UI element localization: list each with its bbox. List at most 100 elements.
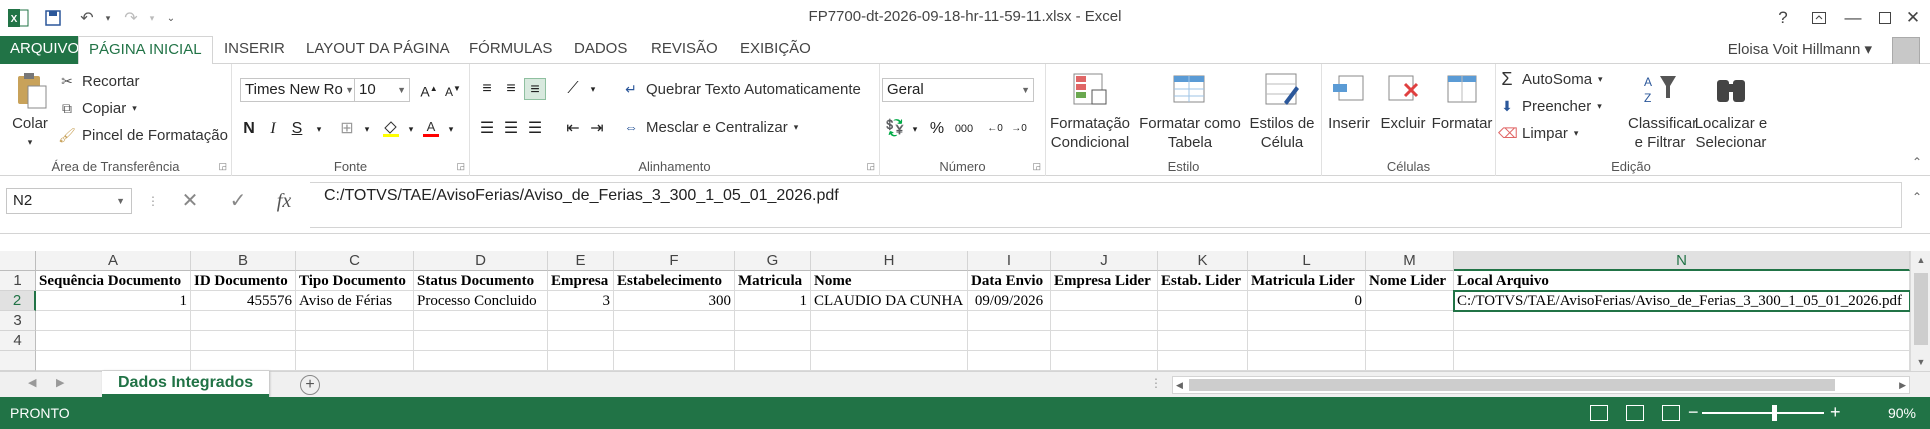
normal-view-icon[interactable] [1590,405,1608,421]
cell-c2[interactable]: Aviso de Férias [296,291,414,311]
empty-cell[interactable] [735,311,811,331]
scroll-right-icon[interactable]: ▶ [1899,377,1906,393]
scroll-down-icon[interactable]: ▼ [1911,353,1930,371]
alignment-launcher-icon[interactable]: ◲ [866,161,875,172]
font-name-select[interactable]: Times New Ro ▼ [240,78,358,102]
number-format-select[interactable]: Geral ▼ [882,78,1034,102]
decrease-indent-icon[interactable]: ⇤ [562,118,584,140]
empty-cell[interactable] [36,311,191,331]
borders-icon[interactable]: ⊞ [336,118,358,140]
align-top-icon[interactable]: ≡ [476,78,498,100]
cell-i1[interactable]: Data Envio [968,271,1051,291]
empty-cell[interactable] [191,351,296,371]
column-header-k[interactable]: K [1158,251,1248,271]
empty-cell[interactable] [1051,351,1158,371]
column-header-i[interactable]: I [968,251,1051,271]
fill-color-icon[interactable] [380,118,402,140]
sort-filter-button[interactable]: AZ Classificar e Filtrar [1628,70,1697,152]
cell-b1[interactable]: ID Documento [191,271,296,291]
increase-decimal-icon[interactable]: ←0 [984,118,1006,140]
empty-cell[interactable] [1248,351,1366,371]
align-bottom-icon[interactable]: ≡ [524,78,546,100]
cell-l1[interactable]: Matricula Lider [1248,271,1366,291]
increase-indent-icon[interactable]: ⇥ [586,118,608,140]
font-color-icon[interactable]: A [420,118,442,140]
align-middle-icon[interactable]: ≡ [500,78,522,100]
delete-cells-button[interactable]: Excluir [1378,70,1428,133]
cell-d1[interactable]: Status Documento [414,271,548,291]
empty-cell[interactable] [1051,331,1158,351]
zoom-level[interactable]: 90% [1888,405,1916,421]
empty-cell[interactable] [296,311,414,331]
column-header-b[interactable]: B [191,251,296,271]
empty-cell[interactable] [811,311,968,331]
tab-file[interactable]: ARQUIVO [0,36,90,64]
cell-n1[interactable]: Local Arquivo [1454,271,1910,291]
empty-cell[interactable] [811,351,968,371]
row-header-5[interactable] [0,351,36,371]
column-header-a[interactable]: A [36,251,191,271]
tab-page-layout[interactable]: LAYOUT DA PÁGINA [296,36,460,64]
enter-icon[interactable]: ✓ [218,188,258,214]
fill-color-dropdown-icon[interactable]: ▾ [400,118,422,140]
scroll-thumb[interactable] [1189,379,1835,391]
underline-button[interactable]: S [286,118,308,140]
empty-cell[interactable] [1366,331,1454,351]
currency-dropdown-icon[interactable]: ▾ [904,118,926,140]
tab-review[interactable]: REVISÃO [641,36,728,64]
column-header-h[interactable]: H [811,251,968,271]
empty-cell[interactable] [1158,331,1248,351]
italic-button[interactable]: I [262,118,284,140]
empty-cell[interactable] [614,351,735,371]
font-color-dropdown-icon[interactable]: ▾ [440,118,462,140]
row-header-4[interactable]: 4 [0,331,36,351]
orientation-dropdown-icon[interactable]: ▾ [582,78,604,100]
column-header-d[interactable]: D [414,251,548,271]
fill-button[interactable]: ⬇ Preencher ▾ [1498,97,1602,115]
tab-home[interactable]: PÁGINA INICIAL [78,36,213,65]
spreadsheet-grid[interactable]: A B C D E F G H I J K L M N 1 2 3 4 Sequ… [0,251,1911,371]
select-all-corner[interactable] [0,251,36,271]
help-button[interactable]: ? [1766,4,1800,32]
empty-cell[interactable] [1158,311,1248,331]
cell-m2[interactable] [1366,291,1454,311]
cell-l2[interactable]: 0 [1248,291,1366,311]
empty-cell[interactable] [1248,311,1366,331]
empty-cell[interactable] [614,331,735,351]
column-header-n[interactable]: N [1454,251,1910,271]
cell-e2[interactable]: 3 [548,291,614,311]
merge-center-button[interactable]: ⇔ Mesclar e Centralizar ▾ [622,118,798,136]
align-left-icon[interactable]: ☰ [476,118,498,140]
copy-button[interactable]: ⧉ Copiar ▾ [58,99,137,117]
cell-g2[interactable]: 1 [735,291,811,311]
format-painter-button[interactable]: 🖌 Pincel de Formatação [58,126,228,144]
scroll-thumb[interactable] [1914,273,1928,345]
empty-cell[interactable] [968,351,1051,371]
tab-insert[interactable]: INSERIR [214,36,295,64]
cell-k2[interactable] [1158,291,1248,311]
close-icon[interactable]: ✕ [1896,4,1930,32]
percent-button[interactable]: % [926,118,948,140]
font-size-select[interactable]: 10 ▼ [354,78,410,102]
empty-cell[interactable] [414,331,548,351]
sheet-tab-active[interactable]: Dados Integrados [102,371,270,397]
horizontal-scrollbar[interactable]: ◀ ▶ [1172,376,1910,394]
user-name[interactable]: Eloisa Voit Hillmann ▾ [1728,36,1872,64]
borders-dropdown-icon[interactable]: ▾ [356,118,378,140]
number-launcher-icon[interactable]: ◲ [1032,161,1041,172]
empty-cell[interactable] [1158,351,1248,371]
wrap-text-button[interactable]: ↵ Quebrar Texto Automaticamente [622,80,861,98]
empty-cell[interactable] [191,311,296,331]
font-launcher-icon[interactable]: ◲ [456,161,465,172]
paste-button[interactable]: Colar ▾ [6,70,54,152]
minimize-icon[interactable]: — [1836,4,1870,32]
format-cells-button[interactable]: Formatar [1430,70,1494,133]
sheet-next-icon[interactable]: ▶ [56,376,64,389]
find-select-button[interactable]: Localizar e Selecionar [1694,70,1768,152]
cell-j1[interactable]: Empresa Lider [1051,271,1158,291]
cell-i2[interactable]: 09/09/2026 [968,291,1051,311]
cell-f1[interactable]: Estabelecimento [614,271,735,291]
expand-formula-bar-icon[interactable]: ⌃ [1912,190,1922,204]
empty-cell[interactable] [414,351,548,371]
scroll-up-icon[interactable]: ▲ [1911,251,1930,269]
